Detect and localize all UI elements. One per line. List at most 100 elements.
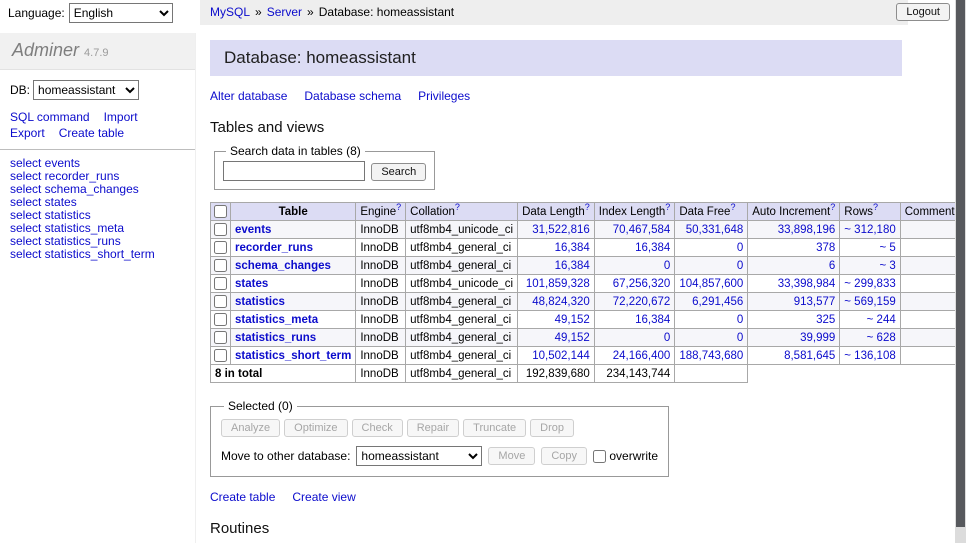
sidebar-table-link[interactable]: select statistics_short_term xyxy=(10,248,185,261)
overwrite-checkbox[interactable] xyxy=(593,450,606,463)
search-button[interactable]: Search xyxy=(371,163,426,181)
rows-count-link[interactable]: ~ 628 xyxy=(867,332,896,344)
db-action-link[interactable]: Database schema xyxy=(304,89,401,103)
move-db-select[interactable]: homeassistant xyxy=(356,446,482,466)
auto-increment-link[interactable]: 6 xyxy=(829,260,835,272)
auto-increment-link[interactable]: 378 xyxy=(816,242,835,254)
table-name-link[interactable]: events xyxy=(235,224,271,236)
auto-increment-link[interactable]: 325 xyxy=(816,314,835,326)
data-length-link[interactable]: 31,522,816 xyxy=(532,224,590,236)
data-free-link[interactable]: 0 xyxy=(737,332,743,344)
db-select[interactable]: homeassistant xyxy=(33,80,139,100)
move-button[interactable]: Move xyxy=(488,447,535,465)
db-action-link[interactable]: Alter database xyxy=(210,89,287,103)
drop-button[interactable]: Drop xyxy=(530,419,574,437)
data-length-link[interactable]: 49,152 xyxy=(555,314,590,326)
row-checkbox[interactable] xyxy=(214,223,227,236)
data-free-link[interactable]: 50,331,648 xyxy=(686,224,744,236)
auto-increment-link[interactable]: 33,398,984 xyxy=(778,278,836,290)
index-length-link[interactable]: 67,256,320 xyxy=(613,278,671,290)
check-button[interactable]: Check xyxy=(352,419,403,437)
search-input[interactable] xyxy=(223,161,365,181)
table-name-link[interactable]: statistics_short_term xyxy=(235,350,351,362)
engine-cell: InnoDB xyxy=(356,221,406,239)
index-length-link[interactable]: 0 xyxy=(664,260,670,272)
data-free-link[interactable]: 188,743,680 xyxy=(679,350,743,362)
column-help-link[interactable]: ? xyxy=(830,202,835,212)
auto-increment-link[interactable]: 33,898,196 xyxy=(778,224,836,236)
index-length-link[interactable]: 16,384 xyxy=(635,242,670,254)
sidebar-action-link[interactable]: Create table xyxy=(59,126,124,140)
optimize-button[interactable]: Optimize xyxy=(284,419,347,437)
data-free-link[interactable]: 0 xyxy=(737,314,743,326)
row-checkbox[interactable] xyxy=(214,277,227,290)
column-help-link[interactable]: ? xyxy=(873,202,878,212)
breadcrumb-separator: » xyxy=(255,5,262,19)
table-name-link[interactable]: statistics xyxy=(235,296,285,308)
data-free-link[interactable]: 0 xyxy=(737,242,743,254)
analyze-button[interactable]: Analyze xyxy=(221,419,280,437)
column-help-link[interactable]: ? xyxy=(730,202,735,212)
rows-count-link[interactable]: ~ 244 xyxy=(867,314,896,326)
scrollbar-thumb[interactable] xyxy=(956,0,965,527)
rows-count-link[interactable]: ~ 569,159 xyxy=(844,296,895,308)
column-help-link[interactable]: ? xyxy=(396,202,401,212)
row-checkbox[interactable] xyxy=(214,349,227,362)
create-link[interactable]: Create table xyxy=(210,490,275,504)
select-all-checkbox[interactable] xyxy=(214,205,227,218)
data-length-link[interactable]: 16,384 xyxy=(555,260,590,272)
row-checkbox[interactable] xyxy=(214,259,227,272)
table-name-link[interactable]: statistics_runs xyxy=(235,332,316,344)
engine-cell: InnoDB xyxy=(356,329,406,347)
index-length-link[interactable]: 24,166,400 xyxy=(613,350,671,362)
db-action-link[interactable]: Privileges xyxy=(418,89,470,103)
auto-increment-cell: 378 xyxy=(748,239,840,257)
auto-increment-link[interactable]: 39,999 xyxy=(800,332,835,344)
row-checkbox[interactable] xyxy=(214,313,227,326)
logout-button[interactable]: Logout xyxy=(896,3,950,21)
data-free-link[interactable]: 6,291,456 xyxy=(692,296,743,308)
auto-increment-link[interactable]: 913,577 xyxy=(794,296,836,308)
sidebar-action-link[interactable]: Import xyxy=(104,110,138,124)
language-select[interactable]: English xyxy=(69,3,173,23)
rows-count-link[interactable]: ~ 312,180 xyxy=(844,224,895,236)
row-checkbox[interactable] xyxy=(214,241,227,254)
tables-table: TableEngine?Collation?Data Length?Index … xyxy=(210,202,965,383)
index-length-link[interactable]: 16,384 xyxy=(635,314,670,326)
column-help-link[interactable]: ? xyxy=(585,202,590,212)
data-length-link[interactable]: 16,384 xyxy=(555,242,590,254)
index-length-link[interactable]: 0 xyxy=(664,332,670,344)
row-checkbox[interactable] xyxy=(214,331,227,344)
scrollbar[interactable] xyxy=(955,0,966,543)
total-data-length-cell: 192,839,680 xyxy=(518,365,595,383)
data-free-link[interactable]: 0 xyxy=(737,260,743,272)
breadcrumb-server-link[interactable]: Server xyxy=(267,5,302,19)
copy-button[interactable]: Copy xyxy=(541,447,587,465)
column-help-link[interactable]: ? xyxy=(455,202,460,212)
column-help-link[interactable]: ? xyxy=(665,202,670,212)
index-length-link[interactable]: 70,467,584 xyxy=(613,224,671,236)
data-length-cell: 10,502,144 xyxy=(518,347,595,365)
rows-count-link[interactable]: ~ 5 xyxy=(879,242,895,254)
auto-increment-link[interactable]: 8,581,645 xyxy=(784,350,835,362)
row-checkbox[interactable] xyxy=(214,295,227,308)
create-link[interactable]: Create view xyxy=(292,490,355,504)
breadcrumb-mysql-link[interactable]: MySQL xyxy=(210,5,250,19)
table-name-link[interactable]: recorder_runs xyxy=(235,242,313,254)
rows-count-link[interactable]: ~ 136,108 xyxy=(844,350,895,362)
rows-count-link[interactable]: ~ 3 xyxy=(879,260,895,272)
rows-count-link[interactable]: ~ 299,833 xyxy=(844,278,895,290)
data-length-link[interactable]: 101,859,328 xyxy=(526,278,590,290)
data-length-link[interactable]: 49,152 xyxy=(555,332,590,344)
index-length-link[interactable]: 72,220,672 xyxy=(613,296,671,308)
table-name-link[interactable]: schema_changes xyxy=(235,260,331,272)
table-name-link[interactable]: statistics_meta xyxy=(235,314,318,326)
sidebar-action-link[interactable]: Export xyxy=(10,126,45,140)
data-length-link[interactable]: 10,502,144 xyxy=(532,350,590,362)
sidebar-action-link[interactable]: SQL command xyxy=(10,110,90,124)
truncate-button[interactable]: Truncate xyxy=(463,419,526,437)
repair-button[interactable]: Repair xyxy=(407,419,459,437)
data-length-link[interactable]: 48,824,320 xyxy=(532,296,590,308)
table-name-link[interactable]: states xyxy=(235,278,268,290)
data-free-link[interactable]: 104,857,600 xyxy=(679,278,743,290)
